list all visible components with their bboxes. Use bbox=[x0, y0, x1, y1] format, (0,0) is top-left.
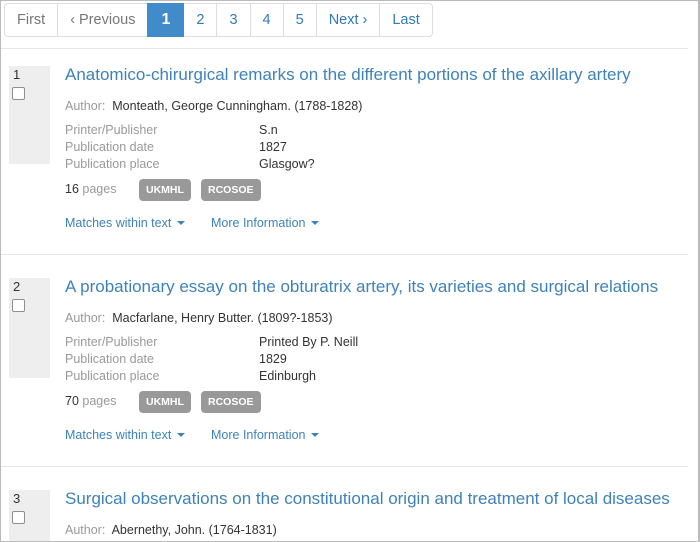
author-value: Macfarlane, Henry Butter. (1809?-1853) bbox=[112, 311, 333, 325]
author-label: Author: bbox=[65, 523, 106, 537]
more-information-label: More Information bbox=[211, 428, 306, 442]
result-divider bbox=[0, 48, 688, 49]
chevron-down-icon bbox=[311, 221, 320, 225]
author-label: Author: bbox=[65, 99, 106, 113]
matches-within-text-label: Matches within text bbox=[65, 216, 172, 230]
last-page-button[interactable]: Last bbox=[379, 3, 433, 37]
pub-place-label: Publication place bbox=[65, 157, 160, 171]
page-1-button[interactable]: 1 bbox=[147, 3, 185, 37]
author-value: Monteath, George Cunningham. (1788-1828) bbox=[112, 99, 363, 113]
collection-badge-ukmhl: UKMHL bbox=[139, 391, 191, 413]
author-row: Author: Macfarlane, Henry Butter. (1809?… bbox=[65, 311, 333, 325]
pub-date-label: Publication date bbox=[65, 140, 154, 154]
result-number-column: 3 bbox=[9, 490, 50, 542]
select-result-checkbox[interactable] bbox=[12, 87, 25, 100]
previous-page-button[interactable]: ‹ Previous bbox=[57, 3, 149, 37]
page-2-button[interactable]: 2 bbox=[183, 3, 218, 37]
collection-badge-ukmhl: UKMHL bbox=[139, 179, 191, 201]
author-row: Author: Monteath, George Cunningham. (17… bbox=[65, 99, 362, 113]
page-count-value: 16 bbox=[65, 182, 79, 196]
result-title-link[interactable]: Surgical observations on the constitutio… bbox=[65, 489, 670, 509]
page-count-label: pages bbox=[82, 394, 117, 408]
result-number-column: 2 bbox=[9, 278, 50, 378]
more-information-dropdown[interactable]: More Information bbox=[211, 428, 320, 442]
result-number: 3 bbox=[13, 491, 21, 506]
printer-label: Printer/Publisher bbox=[65, 123, 158, 137]
page-3-button[interactable]: 3 bbox=[216, 3, 251, 37]
more-information-label: More Information bbox=[211, 216, 306, 230]
collection-badge-rcosoe: RCOSOE bbox=[201, 179, 261, 201]
matches-within-text-label: Matches within text bbox=[65, 428, 172, 442]
pub-date-value: 1829 bbox=[259, 352, 287, 366]
page-count: 70 pages bbox=[65, 394, 116, 408]
result-number-column: 1 bbox=[9, 66, 50, 164]
page-count: 16 pages bbox=[65, 182, 116, 196]
printer-label: Printer/Publisher bbox=[65, 335, 158, 349]
first-page-button[interactable]: First bbox=[4, 3, 59, 37]
pagination: First ‹ Previous 1 2 3 4 5 Next › Last bbox=[4, 3, 433, 37]
pub-place-label: Publication place bbox=[65, 369, 160, 383]
pub-place-value: Glasgow? bbox=[259, 157, 315, 171]
page-count-value: 70 bbox=[65, 394, 79, 408]
pub-date-value: 1827 bbox=[259, 140, 287, 154]
author-row: Author: Abernethy, John. (1764-1831) bbox=[65, 523, 277, 537]
select-result-checkbox[interactable] bbox=[12, 299, 25, 312]
printer-value: S.n bbox=[259, 123, 278, 137]
pub-date-label: Publication date bbox=[65, 352, 154, 366]
page-4-button[interactable]: 4 bbox=[249, 3, 284, 37]
chevron-down-icon bbox=[177, 221, 186, 225]
printer-value: Printed By P. Neill bbox=[259, 335, 359, 349]
more-information-dropdown[interactable]: More Information bbox=[211, 216, 320, 230]
result-number: 2 bbox=[13, 279, 21, 294]
result-title-link[interactable]: A probationary essay on the obturatrix a… bbox=[65, 277, 658, 297]
result-title-link[interactable]: Anatomico-chirurgical remarks on the dif… bbox=[65, 65, 631, 85]
page-count-label: pages bbox=[82, 182, 117, 196]
author-value: Abernethy, John. (1764-1831) bbox=[111, 523, 277, 537]
matches-within-text-dropdown[interactable]: Matches within text bbox=[65, 428, 186, 442]
result-divider bbox=[0, 466, 688, 467]
select-result-checkbox[interactable] bbox=[12, 511, 25, 524]
result-number: 1 bbox=[13, 67, 21, 82]
result-divider bbox=[0, 254, 688, 255]
pub-place-value: Edinburgh bbox=[259, 369, 316, 383]
page-5-button[interactable]: 5 bbox=[282, 3, 317, 37]
collection-badge-rcosoe: RCOSOE bbox=[201, 391, 261, 413]
matches-within-text-dropdown[interactable]: Matches within text bbox=[65, 216, 186, 230]
author-label: Author: bbox=[65, 311, 106, 325]
next-page-button[interactable]: Next › bbox=[315, 3, 381, 37]
chevron-down-icon bbox=[177, 433, 186, 437]
chevron-down-icon bbox=[311, 433, 320, 437]
